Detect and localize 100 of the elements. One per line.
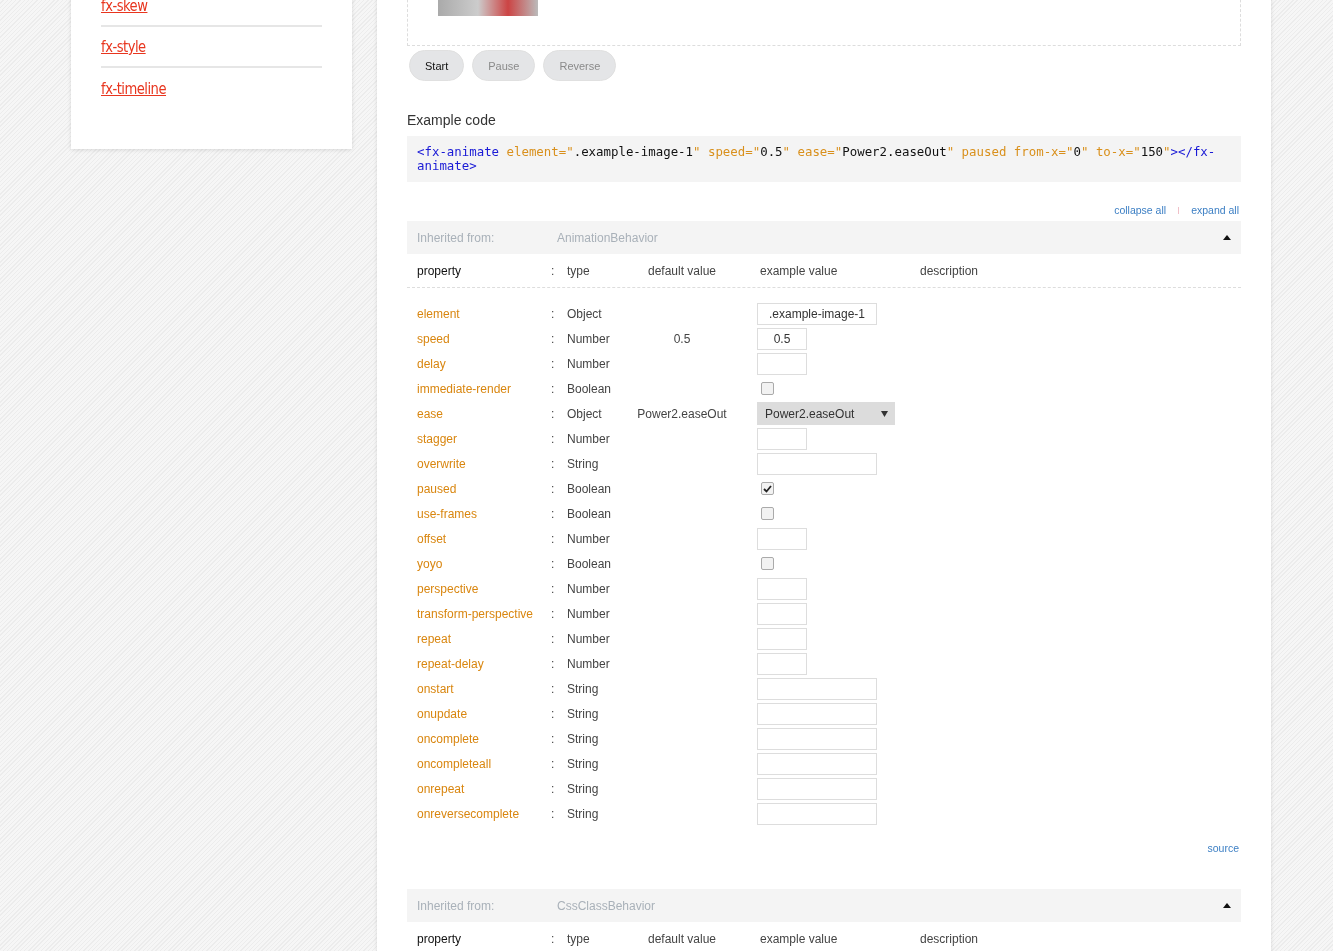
property-type: Number bbox=[567, 656, 611, 671]
text-input[interactable] bbox=[757, 727, 877, 750]
property-type: String bbox=[567, 731, 600, 746]
text-input[interactable] bbox=[757, 777, 877, 800]
property-type: String bbox=[567, 456, 600, 471]
property-name: onrepeat bbox=[417, 781, 466, 796]
text-input[interactable] bbox=[757, 452, 877, 475]
column-separator: : bbox=[551, 706, 556, 721]
column-header: default value bbox=[646, 931, 718, 946]
property-type: Boolean bbox=[567, 381, 613, 396]
column-header: description bbox=[920, 931, 980, 946]
column-separator: : bbox=[551, 681, 556, 696]
checkbox[interactable] bbox=[761, 507, 774, 520]
property-name: transform-perspective bbox=[417, 606, 535, 621]
property-name: ease bbox=[417, 406, 445, 421]
number-input[interactable] bbox=[757, 627, 807, 650]
column-separator: : bbox=[551, 431, 556, 446]
property-type: Number bbox=[567, 431, 611, 446]
property-type: Number bbox=[567, 581, 611, 596]
column-header: default value bbox=[646, 263, 718, 278]
number-input[interactable] bbox=[757, 652, 807, 675]
checkbox[interactable] bbox=[761, 482, 774, 495]
number-input[interactable] bbox=[757, 577, 807, 600]
property-name: perspective bbox=[417, 581, 480, 596]
property-name: onreversecomplete bbox=[417, 806, 521, 821]
sidebar-link[interactable]: fx-style bbox=[101, 37, 146, 56]
checkbox[interactable] bbox=[761, 382, 774, 395]
property-type: Boolean bbox=[567, 556, 613, 571]
column-separator: : bbox=[551, 781, 556, 796]
property-type: Object bbox=[567, 306, 603, 321]
property-type: String bbox=[567, 781, 600, 796]
property-name: stagger bbox=[417, 431, 459, 446]
column-header: property bbox=[417, 931, 463, 946]
source-link[interactable]: source bbox=[1207, 842, 1239, 854]
default-value: Power2.easeOut bbox=[637, 406, 727, 421]
property-type: Number bbox=[567, 531, 611, 546]
column-separator: : bbox=[551, 581, 556, 596]
property-name: speed bbox=[417, 331, 451, 346]
expand-all-link[interactable]: expand all bbox=[1191, 204, 1239, 216]
column-header: type bbox=[567, 263, 591, 278]
dropdown-caret-icon bbox=[881, 410, 888, 417]
text-input[interactable]: .example-image-1 bbox=[757, 302, 877, 325]
demo-button[interactable]: Start bbox=[409, 50, 465, 81]
property-name: paused bbox=[417, 481, 458, 496]
property-type: Number bbox=[567, 331, 611, 346]
property-type: String bbox=[567, 756, 600, 771]
column-header: type bbox=[567, 931, 591, 946]
column-separator: : bbox=[551, 731, 556, 746]
text-input[interactable] bbox=[757, 702, 877, 725]
column-separator: : bbox=[551, 481, 556, 496]
column-separator: : bbox=[551, 606, 556, 621]
text-input[interactable] bbox=[757, 802, 877, 825]
inherited-label: Inherited from: bbox=[417, 898, 496, 913]
ease-dropdown[interactable]: Power2.easeOut bbox=[757, 402, 895, 425]
column-header: example value bbox=[759, 263, 839, 278]
column-separator: : bbox=[551, 506, 556, 521]
inherited-label: Inherited from: bbox=[417, 230, 496, 245]
number-input[interactable] bbox=[757, 527, 807, 550]
text-input[interactable] bbox=[757, 677, 877, 700]
column-separator: : bbox=[551, 631, 556, 646]
property-name: immediate-render bbox=[417, 381, 513, 396]
behavior-name: CssClassBehavior bbox=[557, 898, 657, 913]
default-value: 0.5 bbox=[672, 331, 692, 346]
column-separator: : bbox=[551, 756, 556, 771]
property-type: Boolean bbox=[567, 481, 613, 496]
column-separator: : bbox=[551, 931, 556, 946]
property-type: Number bbox=[567, 356, 611, 371]
check-icon bbox=[763, 484, 772, 493]
property-type: Boolean bbox=[567, 506, 613, 521]
collapse-triangle-icon[interactable] bbox=[1223, 903, 1231, 908]
column-separator: : bbox=[551, 556, 556, 571]
property-name: onupdate bbox=[417, 706, 469, 721]
property-name: repeat bbox=[417, 631, 453, 646]
property-name: delay bbox=[417, 356, 447, 371]
property-name: oncomplete bbox=[417, 731, 481, 746]
text-input[interactable] bbox=[757, 752, 877, 775]
property-name: offset bbox=[417, 531, 448, 546]
column-separator: : bbox=[551, 806, 556, 821]
column-header: property bbox=[417, 263, 463, 278]
property-name: element bbox=[417, 306, 461, 321]
column-separator: : bbox=[551, 531, 556, 546]
sidebar-link[interactable]: fx-timeline bbox=[101, 79, 167, 98]
number-input[interactable] bbox=[757, 352, 807, 375]
code-block: <fx-animate element=".example-image-1" speed="0.5" ease="Power2.easeOut" paused from-x="0" to-x="150"></fx-animate> bbox=[407, 136, 1241, 182]
column-header: example value bbox=[759, 931, 839, 946]
column-separator: : bbox=[551, 263, 556, 278]
collapse-triangle-icon[interactable] bbox=[1223, 235, 1231, 240]
number-input[interactable] bbox=[757, 602, 807, 625]
property-name: overwrite bbox=[417, 456, 467, 471]
number-input[interactable]: 0.5 bbox=[757, 327, 807, 350]
column-separator: : bbox=[551, 656, 556, 671]
column-separator: : bbox=[551, 456, 556, 471]
checkbox[interactable] bbox=[761, 557, 774, 570]
behavior-name: AnimationBehavior bbox=[557, 230, 659, 245]
property-name: repeat-delay bbox=[417, 656, 485, 671]
collapse-all-link[interactable]: collapse all bbox=[1114, 204, 1167, 216]
section-title: Example code bbox=[407, 112, 497, 128]
number-input[interactable] bbox=[757, 427, 807, 450]
property-type: Object bbox=[567, 406, 603, 421]
property-type: String bbox=[567, 706, 600, 721]
